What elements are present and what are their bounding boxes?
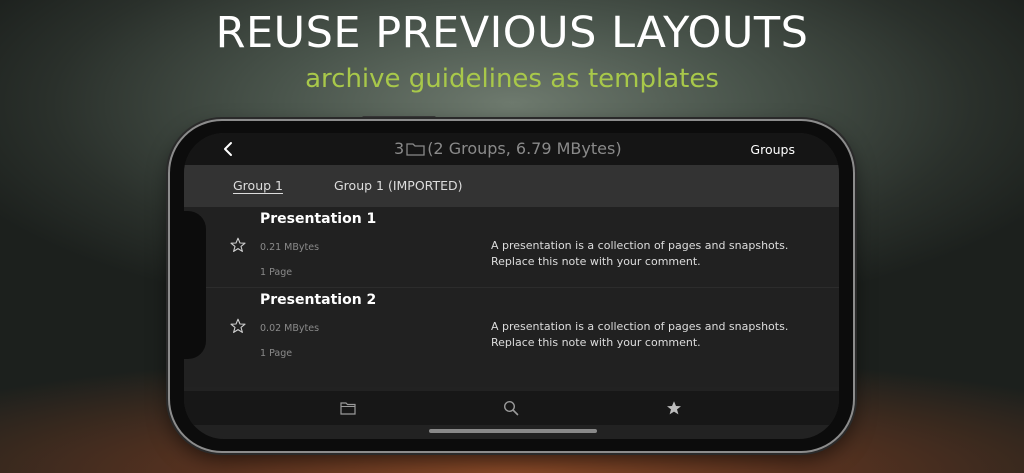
item-title: Presentation 1	[260, 211, 377, 227]
subhead: archive guidelines as templates	[305, 64, 719, 94]
nav-title: 3 (2 Groups, 6.79 MBytes)	[394, 139, 622, 158]
tab-group-1[interactable]: Group 1	[233, 178, 283, 193]
phone-frame: 3 (2 Groups, 6.79 MBytes) Groups Group 1 …	[170, 121, 853, 451]
bottom-toolbar	[184, 391, 839, 425]
folder-icon[interactable]	[340, 400, 356, 416]
phone-side-button	[347, 451, 391, 455]
item-note-line: Replace this note with your comment.	[491, 255, 701, 268]
nav-summary: (2 Groups, 6.79 MBytes)	[427, 139, 622, 158]
star-outline-icon[interactable]	[230, 237, 246, 253]
search-icon[interactable]	[503, 400, 519, 416]
item-pages: 1 Page	[260, 348, 293, 359]
presentation-list: Presentation 1 0.21 MBytes 1 Page A pres…	[184, 207, 839, 387]
star-outline-icon[interactable]	[230, 318, 246, 334]
star-filled-icon[interactable]	[666, 400, 682, 416]
back-chevron-icon[interactable]	[222, 141, 234, 157]
item-note-line: Replace this note with your comment.	[491, 336, 701, 349]
phone-notch	[184, 211, 206, 359]
phone-side-button	[362, 116, 436, 120]
folder-icon	[406, 143, 425, 156]
item-title: Presentation 2	[260, 292, 377, 308]
home-indicator	[429, 429, 597, 433]
item-note-line: A presentation is a collection of pages …	[491, 239, 789, 252]
item-size: 0.21 MBytes	[260, 242, 320, 253]
item-note: A presentation is a collection of pages …	[491, 319, 791, 351]
groups-button[interactable]: Groups	[750, 142, 795, 157]
phone-side-button	[405, 451, 449, 455]
nav-count: 3	[394, 139, 405, 158]
item-pages: 1 Page	[260, 267, 293, 278]
item-note-line: A presentation is a collection of pages …	[491, 320, 789, 333]
list-item[interactable]: Presentation 1 0.21 MBytes 1 Page A pres…	[184, 207, 839, 287]
item-note: A presentation is a collection of pages …	[491, 238, 791, 270]
tab-group-1-imported[interactable]: Group 1 (IMPORTED)	[334, 178, 463, 193]
navigation-bar: 3 (2 Groups, 6.79 MBytes) Groups	[184, 133, 839, 165]
phone-side-button	[300, 451, 324, 455]
item-size: 0.02 MBytes	[260, 323, 320, 334]
headline: REUSE PREVIOUS LAYOUTS	[215, 8, 809, 58]
app-screen: 3 (2 Groups, 6.79 MBytes) Groups Group 1 …	[184, 133, 839, 439]
group-tabs: Group 1 Group 1 (IMPORTED)	[184, 165, 839, 207]
list-item[interactable]: Presentation 2 0.02 MBytes 1 Page A pres…	[184, 287, 839, 368]
